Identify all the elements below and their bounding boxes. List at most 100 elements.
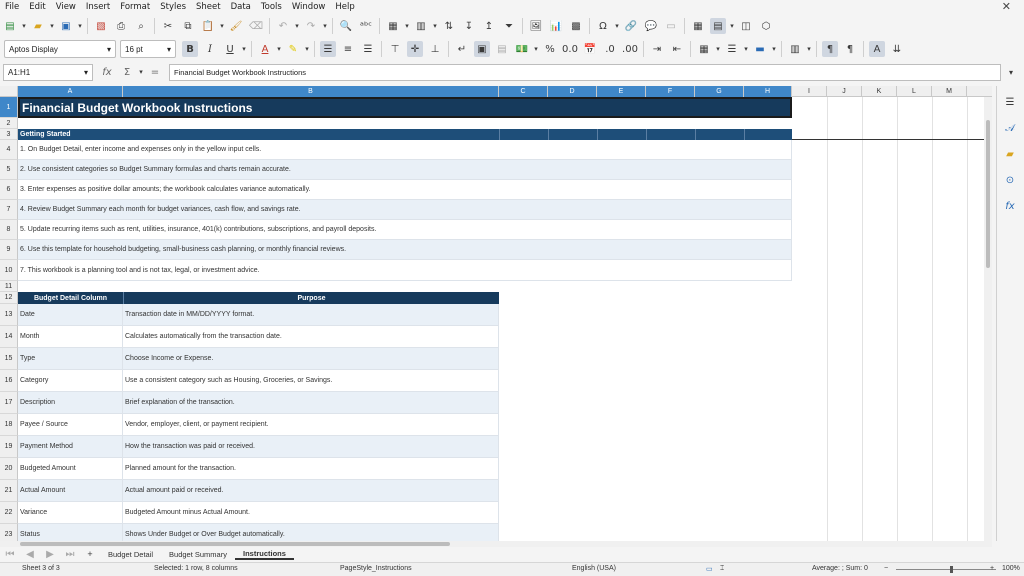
autofilter-icon[interactable]: ⏷ <box>501 18 517 34</box>
menu-data[interactable]: Data <box>226 2 256 12</box>
previous-sheet-icon[interactable]: ◀ <box>22 546 38 562</box>
define-print-area-icon[interactable]: ▦ <box>690 18 706 34</box>
zoom-out-icon[interactable]: − <box>884 565 888 572</box>
menu-tools[interactable]: Tools <box>256 2 287 12</box>
menu-format[interactable]: Format <box>115 2 155 12</box>
row-header[interactable]: 15 <box>0 348 18 370</box>
first-sheet-icon[interactable]: ⏮ <box>2 546 18 562</box>
row-header[interactable]: 18 <box>0 414 18 436</box>
menu-edit[interactable]: Edit <box>24 2 50 12</box>
row-header[interactable]: 19 <box>0 436 18 458</box>
format-as-date-icon[interactable]: 📅 <box>582 41 598 57</box>
underline-dropdown-icon[interactable]: ▾ <box>240 41 248 57</box>
column-header-l[interactable]: L <box>897 86 932 97</box>
row-header[interactable]: 6 <box>0 180 18 200</box>
clone-formatting-icon[interactable]: 🖌 <box>228 18 244 34</box>
borders-icon[interactable]: ▦ <box>696 41 712 57</box>
sort-icon[interactable]: ⇅ <box>441 18 457 34</box>
format-as-percent-icon[interactable]: % <box>542 41 558 57</box>
row-header[interactable]: 13 <box>0 304 18 326</box>
zoom-in-icon[interactable]: + <box>990 565 994 572</box>
name-box[interactable]: A1:H1 ▾ <box>3 63 93 81</box>
table-row-purpose[interactable]: Planned amount for the transaction. <box>123 458 499 480</box>
row-header[interactable]: 12 <box>0 292 18 304</box>
cut-icon[interactable]: ✂ <box>160 18 176 34</box>
page-title[interactable]: Financial Budget Workbook Instructions <box>18 97 792 118</box>
split-window-icon[interactable]: ◫ <box>738 18 754 34</box>
table-row-column[interactable]: Status <box>18 524 123 541</box>
menu-styles[interactable]: Styles <box>155 2 191 12</box>
paste-icon[interactable]: 📋 <box>200 18 216 34</box>
format-as-number-icon[interactable]: 0.0 <box>562 41 578 57</box>
row-header[interactable]: 5 <box>0 160 18 180</box>
table-row-column[interactable]: Variance <box>18 502 123 524</box>
menu-file[interactable]: File <box>0 2 24 12</box>
font-color-dropdown-icon[interactable]: ▾ <box>275 41 283 57</box>
tab-budget-detail[interactable]: Budget Detail <box>100 548 161 560</box>
column-header-k[interactable]: K <box>862 86 897 97</box>
show-draw-functions-icon[interactable]: ⬡ <box>758 18 774 34</box>
spelling-icon[interactable]: ᵃᵇᶜ <box>358 18 374 34</box>
row-header[interactable]: 14 <box>0 326 18 348</box>
table-row-purpose[interactable]: Choose Income or Expense. <box>123 348 499 370</box>
table-row-purpose[interactable]: Budgeted Amount minus Actual Amount. <box>123 502 499 524</box>
instruction-row[interactable]: 3. Enter expenses as positive dollar amo… <box>18 180 792 200</box>
menu-view[interactable]: View <box>51 2 81 12</box>
vertical-scrollbar-thumb[interactable] <box>986 120 990 268</box>
table-row-column[interactable]: Date <box>18 304 123 326</box>
new-document-icon[interactable]: ▤ <box>2 18 18 34</box>
paste-dropdown-icon[interactable]: ▾ <box>218 18 226 34</box>
table-row-purpose[interactable]: Actual amount paid or received. <box>123 480 499 502</box>
insert-chart-icon[interactable]: 📊 <box>548 18 564 34</box>
hyperlink-icon[interactable]: 🔗 <box>623 18 639 34</box>
highlighting-color-icon[interactable]: ✎ <box>285 41 301 57</box>
row-header[interactable]: 16 <box>0 370 18 392</box>
align-left-icon[interactable]: ☰ <box>320 41 336 57</box>
conditional-format-icon[interactable]: ▥ <box>787 41 803 57</box>
row-header[interactable]: 7 <box>0 200 18 220</box>
insert-pivot-table-icon[interactable]: ▩ <box>568 18 584 34</box>
table-header-purpose[interactable]: Purpose <box>123 292 499 304</box>
copy-icon[interactable]: ⧉ <box>180 18 196 34</box>
column-dropdown-icon[interactable]: ▾ <box>431 18 439 34</box>
navigator-icon[interactable]: ⊙ <box>1002 172 1018 188</box>
currency-dropdown-icon[interactable]: ▾ <box>532 41 540 57</box>
styles-icon[interactable]: 𝒜 <box>1002 120 1018 136</box>
row-icon[interactable]: ▦ <box>385 18 401 34</box>
row-header[interactable]: 4 <box>0 140 18 160</box>
unmerge-cells-icon[interactable]: ▤ <box>494 41 510 57</box>
row-header[interactable]: 22 <box>0 502 18 524</box>
underline-icon[interactable]: U <box>222 41 238 57</box>
open-dropdown-icon[interactable]: ▾ <box>48 18 56 34</box>
export-pdf-icon[interactable]: ▧ <box>93 18 109 34</box>
print-preview-icon[interactable]: ⌕ <box>133 18 149 34</box>
row-header[interactable]: 17 <box>0 392 18 414</box>
table-row-purpose[interactable]: Shows Under Budget or Over Budget automa… <box>123 524 499 541</box>
redo-dropdown-icon[interactable]: ▾ <box>321 18 329 34</box>
sum-average-info[interactable]: Average: ; Sum: 0 <box>812 565 868 572</box>
undo-icon[interactable]: ↶ <box>275 18 291 34</box>
row-header[interactable]: 9 <box>0 240 18 260</box>
add-decimal-place-icon[interactable]: .0 <box>602 41 618 57</box>
column-header-m[interactable]: M <box>932 86 967 97</box>
table-row-column[interactable]: Payment Method <box>18 436 123 458</box>
row-header[interactable]: 8 <box>0 220 18 240</box>
expand-formula-bar-icon[interactable]: ▾ <box>1007 64 1015 80</box>
row-header[interactable]: 10 <box>0 260 18 281</box>
close-document-icon[interactable]: ✕ <box>997 0 1016 13</box>
row-header[interactable]: 3 <box>0 129 18 140</box>
functions-icon[interactable]: fx <box>1002 198 1018 214</box>
left-to-right-icon[interactable]: ¶ <box>822 41 838 57</box>
align-top-icon[interactable]: ⊤ <box>387 41 403 57</box>
table-row-purpose[interactable]: Vendor, employer, client, or payment rec… <box>123 414 499 436</box>
save-dropdown-icon[interactable]: ▾ <box>76 18 84 34</box>
format-as-currency-icon[interactable]: 💵 <box>514 41 530 57</box>
text-direction-vertical-icon[interactable]: ⇊ <box>889 41 905 57</box>
add-sheet-button[interactable]: + <box>82 546 98 562</box>
align-right-icon[interactable]: ☰ <box>360 41 376 57</box>
page-style[interactable]: PageStyle_Instructions <box>340 565 412 572</box>
font-name-box[interactable]: Aptos Display ▾ <box>4 40 116 58</box>
row-header[interactable]: 2 <box>0 118 18 129</box>
column-header-a[interactable]: A <box>18 86 123 97</box>
comment-icon[interactable]: 💬 <box>643 18 659 34</box>
